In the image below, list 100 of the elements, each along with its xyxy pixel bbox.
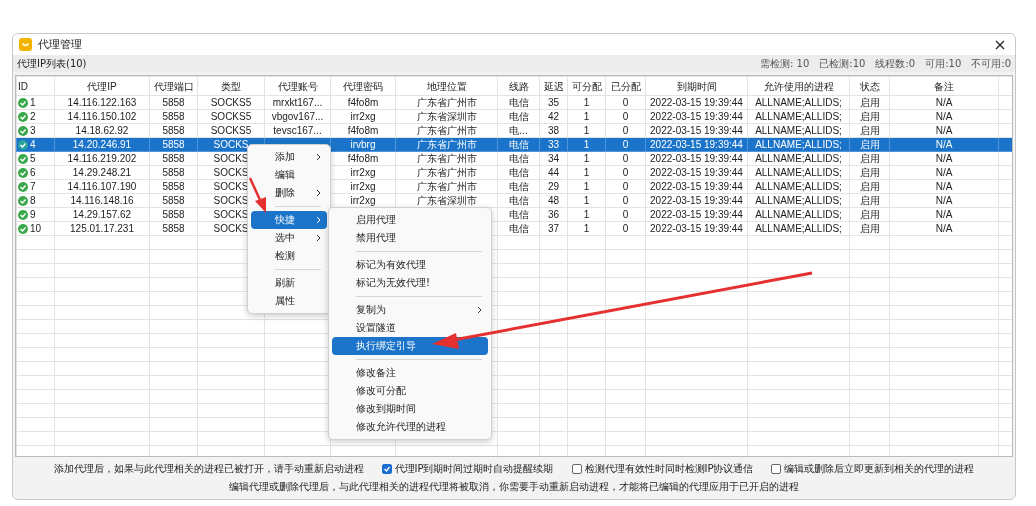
menu-item[interactable]: 标记为有效代理: [332, 256, 488, 274]
checkbox[interactable]: [571, 464, 582, 474]
latency-cell: 33: [547, 139, 560, 150]
menu-item[interactable]: 属性: [251, 292, 327, 310]
process-cell: ALLNAME;ALLIDS;: [755, 195, 842, 206]
column-header[interactable]: 允许使用的进程: [747, 76, 850, 96]
location-cell: 广东省广州市: [416, 139, 477, 150]
table-row[interactable]: 4 14.20.246.91 5858 SOCKS irvbrg 广东省广州市 电信 33 1 0 2022-03-15 19:39:44 ALLNAME;ALLIDS; 启用 N/A: [16, 137, 1012, 152]
menu-item[interactable]: 设置隧道: [332, 319, 488, 337]
type-cell: SOCKS: [213, 195, 249, 206]
location-cell: 广东省广州市: [416, 167, 477, 178]
menu-item[interactable]: 修改备注: [332, 364, 488, 382]
menu-item[interactable]: 标记为无效代理!: [332, 274, 488, 292]
assigned-cell: 0: [622, 111, 629, 122]
menu-item[interactable]: 快捷: [251, 211, 327, 229]
column-header[interactable]: 备注: [889, 76, 999, 96]
column-header[interactable]: 状态: [849, 76, 890, 96]
id-text: 9: [30, 208, 36, 221]
carrier-cell: 电信: [508, 111, 529, 122]
location-cell: 广东省广州市: [416, 153, 477, 164]
expiry-cell: 2022-03-15 19:39:44: [650, 167, 743, 178]
assignable-cell: 1: [583, 181, 590, 192]
process-cell: ALLNAME;ALLIDS;: [755, 139, 842, 150]
note-cell: N/A: [935, 195, 953, 206]
carrier-cell: 电信: [508, 181, 529, 192]
id-text: 2: [30, 110, 36, 123]
ip-cell: 14.29.157.62: [72, 209, 132, 220]
table-row[interactable]: 1 14.116.122.163 5858 SOCKS5 mrxkt167... f4fo8m 广东省广州市 电信 35 1 0 2022-03-15 19:39:44 ALLNAME;ALLIDS; 启用 N/A: [16, 95, 1012, 110]
id-text: 4: [30, 138, 36, 151]
process-cell: ALLNAME;ALLIDS;: [755, 223, 842, 234]
password-cell: f4fo8m: [347, 97, 379, 108]
menu-item[interactable]: 修改可分配: [332, 382, 488, 400]
port-cell: 5858: [162, 167, 185, 178]
id-text: 7: [30, 180, 36, 193]
column-header[interactable]: 线路: [497, 76, 540, 96]
note-cell: N/A: [935, 139, 953, 150]
expiry-cell: 2022-03-15 19:39:44: [650, 97, 743, 108]
table-row[interactable]: 3 14.18.62.92 5858 SOCKS5 tevsc167... f4fo8m 广东省广州市 电... 38 1 0 2022-03-15 19:39:44 ALLNAME;ALLIDS; 启用 N/A: [16, 123, 1012, 138]
type-cell: SOCKS5: [210, 111, 252, 122]
port-cell: 5858: [162, 111, 185, 122]
note-cell: N/A: [935, 125, 953, 136]
column-header[interactable]: 代理密码: [330, 76, 396, 96]
table-row[interactable]: 2 14.116.150.102 5858 SOCKS5 vbgov167... irr2xg 广东省深圳市 电信 42 1 0 2022-03-15 19:39:44 ALLNAME;ALLIDS; 启用 N/A: [16, 109, 1012, 124]
menu-item[interactable]: 复制为: [332, 301, 488, 319]
menu-item[interactable]: 修改到期时间: [332, 400, 488, 418]
note-cell: N/A: [935, 97, 953, 108]
checkbox[interactable]: [381, 464, 392, 474]
location-cell: 广东省广州市: [416, 97, 477, 108]
account-cell: mrxkt167...: [272, 97, 323, 108]
assigned-cell: 0: [622, 195, 629, 206]
ip-cell: 14.116.148.16: [70, 195, 134, 206]
port-cell: 5858: [162, 97, 185, 108]
account-cell: tevsc167...: [273, 125, 322, 136]
latency-cell: 44: [547, 167, 560, 178]
column-header[interactable]: 地理位置: [395, 76, 498, 96]
checkbox-label: 编辑或删除后立即更新到相关的代理的进程: [784, 462, 975, 476]
checkbox-label: 检测代理有效性时同时检测IP协议通信: [584, 462, 754, 476]
id-text: 5: [30, 152, 36, 165]
assignable-cell: 1: [583, 139, 590, 150]
port-cell: 5858: [162, 223, 185, 234]
column-header[interactable]: 延迟: [539, 76, 568, 96]
process-cell: ALLNAME;ALLIDS;: [755, 153, 842, 164]
password-cell: irr2xg: [350, 181, 376, 192]
password-cell: irvbrg: [350, 139, 376, 150]
expiry-cell: 2022-03-15 19:39:44: [650, 139, 743, 150]
carrier-cell: 电...: [509, 125, 528, 136]
id-text: 6: [30, 166, 36, 179]
latency-cell: 34: [547, 153, 560, 164]
status-cell: 启用: [859, 209, 880, 220]
column-header[interactable]: 可分配: [567, 76, 606, 96]
port-cell: 5858: [162, 153, 185, 164]
location-cell: 广东省深圳市: [416, 195, 477, 206]
column-header[interactable]: 代理IP: [54, 76, 150, 96]
port-cell: 5858: [162, 139, 185, 150]
latency-cell: 38: [547, 125, 560, 136]
assigned-cell: 0: [622, 223, 629, 234]
column-header[interactable]: 类型: [197, 76, 265, 96]
menu-item[interactable]: 修改允许代理的进程: [332, 418, 488, 436]
column-header[interactable]: 代理端口: [149, 76, 198, 96]
column-header[interactable]: 到期时间: [645, 76, 748, 96]
latency-cell: 29: [547, 181, 560, 192]
ip-cell: 14.116.122.163: [67, 97, 137, 108]
process-cell: ALLNAME;ALLIDS;: [755, 209, 842, 220]
status-cell: 启用: [859, 125, 880, 136]
location-cell: 广东省深圳市: [416, 111, 477, 122]
column-header[interactable]: ID: [16, 76, 55, 96]
note-cell: N/A: [935, 209, 953, 220]
process-cell: ALLNAME;ALLIDS;: [755, 125, 842, 136]
carrier-cell: 电信: [508, 195, 529, 206]
location-cell: 广东省广州市: [416, 125, 477, 136]
column-header[interactable]: 代理账号: [264, 76, 331, 96]
menu-item[interactable]: 执行绑定引导: [332, 337, 488, 355]
column-header[interactable]: 已分配: [605, 76, 646, 96]
menu-item[interactable]: 检测: [251, 247, 327, 265]
port-cell: 5858: [162, 209, 185, 220]
menu-item[interactable]: 刷新: [251, 274, 327, 292]
list-title: 代理IP列表(10): [17, 56, 88, 71]
checkbox[interactable]: [771, 464, 782, 474]
process-cell: ALLNAME;ALLIDS;: [755, 167, 842, 178]
password-cell: irr2xg: [350, 111, 376, 122]
